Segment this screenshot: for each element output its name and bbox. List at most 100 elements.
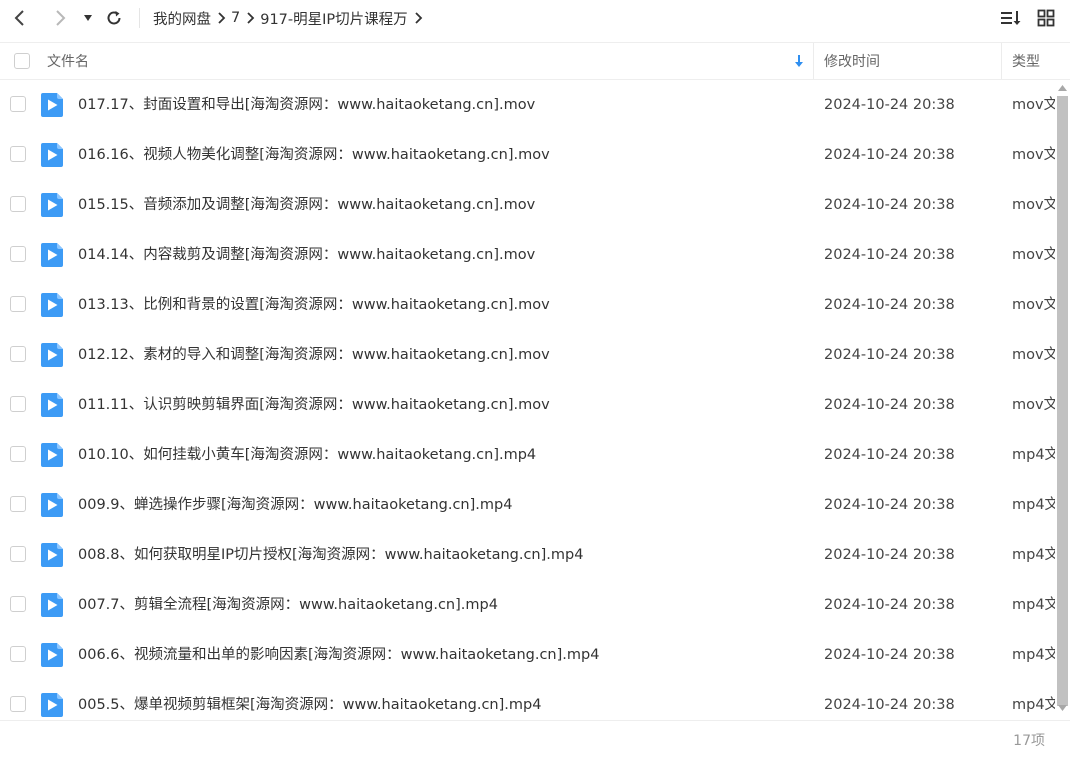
- column-header-name[interactable]: 文件名: [47, 43, 89, 79]
- row-checkbox[interactable]: [10, 546, 26, 562]
- file-row[interactable]: 012.12、素材的导入和调整[海淘资源网：www.haitaoketang.c…: [0, 330, 1055, 380]
- file-name[interactable]: 011.11、认识剪映剪辑界面[海淘资源网：www.haitaoketang.c…: [78, 380, 550, 430]
- toolbar-divider: [139, 8, 140, 28]
- row-checkbox[interactable]: [10, 346, 26, 362]
- file-row[interactable]: 007.7、剪辑全流程[海淘资源网：www.haitaoketang.cn].m…: [0, 580, 1055, 630]
- row-checkbox[interactable]: [10, 496, 26, 512]
- file-name[interactable]: 008.8、如何获取明星IP切片授权[海淘资源网：www.haitaoketan…: [78, 530, 583, 580]
- grid-view-button[interactable]: [1034, 6, 1058, 30]
- sort-descending-button[interactable]: [794, 43, 804, 79]
- back-button[interactable]: [8, 6, 32, 30]
- refresh-icon: [107, 11, 121, 25]
- file-modified-time: 2024-10-24 20:38: [824, 547, 955, 563]
- history-dropdown-icon: [84, 15, 92, 21]
- row-checkbox[interactable]: [10, 396, 26, 412]
- row-checkbox[interactable]: [10, 596, 26, 612]
- row-checkbox[interactable]: [10, 196, 26, 212]
- file-name[interactable]: 006.6、视频流量和出单的影响因素[海淘资源网：www.haitaoketan…: [78, 630, 599, 680]
- file-row[interactable]: 016.16、视频人物美化调整[海淘资源网：www.haitaoketang.c…: [0, 130, 1055, 180]
- file-row[interactable]: 010.10、如何挂载小黄车[海淘资源网：www.haitaoketang.cn…: [0, 430, 1055, 480]
- file-type: mov文: [1012, 397, 1055, 413]
- file-browser-window: 我的网盘 7 917-明星IP切片课程万 文件名 修改时间 类型 017.17、…: [0, 0, 1070, 758]
- file-name[interactable]: 010.10、如何挂载小黄车[海淘资源网：www.haitaoketang.cn…: [78, 430, 536, 480]
- item-count: 17项: [1013, 733, 1045, 749]
- breadcrumb-item-root[interactable]: 我的网盘: [153, 8, 211, 29]
- scrollbar-thumb[interactable]: [1057, 96, 1068, 706]
- breadcrumb-separator-icon: [240, 12, 260, 24]
- file-type: mp4文: [1012, 647, 1055, 663]
- file-type: mov文: [1012, 247, 1055, 263]
- scroll-up-button[interactable]: [1057, 82, 1068, 94]
- video-file-icon: [41, 143, 63, 167]
- column-divider[interactable]: [813, 43, 814, 79]
- file-row[interactable]: 008.8、如何获取明星IP切片授权[海淘资源网：www.haitaoketan…: [0, 530, 1055, 580]
- row-checkbox[interactable]: [10, 646, 26, 662]
- row-checkbox[interactable]: [10, 246, 26, 262]
- select-all-checkbox[interactable]: [14, 53, 30, 69]
- file-name[interactable]: 013.13、比例和背景的设置[海淘资源网：www.haitaoketang.c…: [78, 280, 550, 330]
- column-header-modified[interactable]: 修改时间: [824, 43, 880, 79]
- file-row[interactable]: 006.6、视频流量和出单的影响因素[海淘资源网：www.haitaoketan…: [0, 630, 1055, 680]
- file-name[interactable]: 009.9、蝉选操作步骤[海淘资源网：www.haitaoketang.cn].…: [78, 480, 512, 530]
- status-bar: 17项: [0, 720, 1070, 758]
- video-file-icon: [41, 693, 63, 717]
- sort-button[interactable]: [999, 6, 1023, 30]
- column-divider[interactable]: [1001, 43, 1002, 79]
- file-name[interactable]: 017.17、封面设置和导出[海淘资源网：www.haitaoketang.cn…: [78, 80, 535, 130]
- file-type: mov文: [1012, 347, 1055, 363]
- file-type: mov文: [1012, 197, 1055, 213]
- breadcrumb-item-current-folder[interactable]: 917-明星IP切片课程万: [260, 8, 407, 29]
- row-checkbox[interactable]: [10, 296, 26, 312]
- file-name[interactable]: 012.12、素材的导入和调整[海淘资源网：www.haitaoketang.c…: [78, 330, 550, 380]
- video-file-icon: [41, 293, 63, 317]
- video-file-icon: [41, 193, 63, 217]
- file-row[interactable]: 009.9、蝉选操作步骤[海淘资源网：www.haitaoketang.cn].…: [0, 480, 1055, 530]
- breadcrumb-separator-icon: [211, 12, 231, 24]
- file-type: mp4文: [1012, 697, 1055, 713]
- file-type: mov文: [1012, 147, 1055, 163]
- file-row[interactable]: 013.13、比例和背景的设置[海淘资源网：www.haitaoketang.c…: [0, 280, 1055, 330]
- vertical-scrollbar[interactable]: [1055, 80, 1070, 720]
- breadcrumb: 我的网盘 7 917-明星IP切片课程万: [153, 6, 428, 30]
- file-modified-time: 2024-10-24 20:38: [824, 97, 955, 113]
- file-row[interactable]: 017.17、封面设置和导出[海淘资源网：www.haitaoketang.cn…: [0, 80, 1055, 130]
- row-checkbox[interactable]: [10, 96, 26, 112]
- file-modified-time: 2024-10-24 20:38: [824, 147, 955, 163]
- video-file-icon: [41, 493, 63, 517]
- scroll-down-button[interactable]: [1057, 702, 1068, 714]
- file-modified-time: 2024-10-24 20:38: [824, 297, 955, 313]
- file-modified-time: 2024-10-24 20:38: [824, 647, 955, 663]
- file-row[interactable]: 011.11、认识剪映剪辑界面[海淘资源网：www.haitaoketang.c…: [0, 380, 1055, 430]
- file-modified-time: 2024-10-24 20:38: [824, 397, 955, 413]
- file-row[interactable]: 005.5、爆单视频剪辑框架[海淘资源网：www.haitaoketang.cn…: [0, 680, 1055, 720]
- file-name[interactable]: 015.15、音频添加及调整[海淘资源网：www.haitaoketang.cn…: [78, 180, 535, 230]
- file-name[interactable]: 014.14、内容裁剪及调整[海淘资源网：www.haitaoketang.cn…: [78, 230, 535, 280]
- file-type: mp4文: [1012, 547, 1055, 563]
- file-modified-time: 2024-10-24 20:38: [824, 697, 955, 713]
- file-row[interactable]: 014.14、内容裁剪及调整[海淘资源网：www.haitaoketang.cn…: [0, 230, 1055, 280]
- video-file-icon: [41, 443, 63, 467]
- row-checkbox[interactable]: [10, 696, 26, 712]
- file-modified-time: 2024-10-24 20:38: [824, 347, 955, 363]
- breadcrumb-item-folder-7[interactable]: 7: [231, 10, 240, 26]
- row-checkbox[interactable]: [10, 446, 26, 462]
- file-name[interactable]: 007.7、剪辑全流程[海淘资源网：www.haitaoketang.cn].m…: [78, 580, 498, 630]
- toolbar: 我的网盘 7 917-明星IP切片课程万: [0, 0, 1070, 36]
- sort-icon: [1001, 11, 1021, 25]
- file-modified-time: 2024-10-24 20:38: [824, 447, 955, 463]
- file-modified-time: 2024-10-24 20:38: [824, 247, 955, 263]
- column-header: 文件名 修改时间 类型: [0, 42, 1070, 80]
- video-file-icon: [41, 643, 63, 667]
- row-checkbox[interactable]: [10, 146, 26, 162]
- forward-button[interactable]: [48, 6, 72, 30]
- column-header-type[interactable]: 类型: [1012, 43, 1040, 79]
- file-row[interactable]: 015.15、音频添加及调整[海淘资源网：www.haitaoketang.cn…: [0, 180, 1055, 230]
- file-type: mp4文: [1012, 497, 1055, 513]
- file-type: mov文: [1012, 297, 1055, 313]
- back-arrow-icon: [14, 10, 24, 26]
- file-name[interactable]: 005.5、爆单视频剪辑框架[海淘资源网：www.haitaoketang.cn…: [78, 680, 541, 720]
- scroll-down-arrow-icon: [1058, 705, 1067, 711]
- refresh-button[interactable]: [102, 6, 126, 30]
- file-name[interactable]: 016.16、视频人物美化调整[海淘资源网：www.haitaoketang.c…: [78, 130, 550, 180]
- history-dropdown-button[interactable]: [76, 6, 100, 30]
